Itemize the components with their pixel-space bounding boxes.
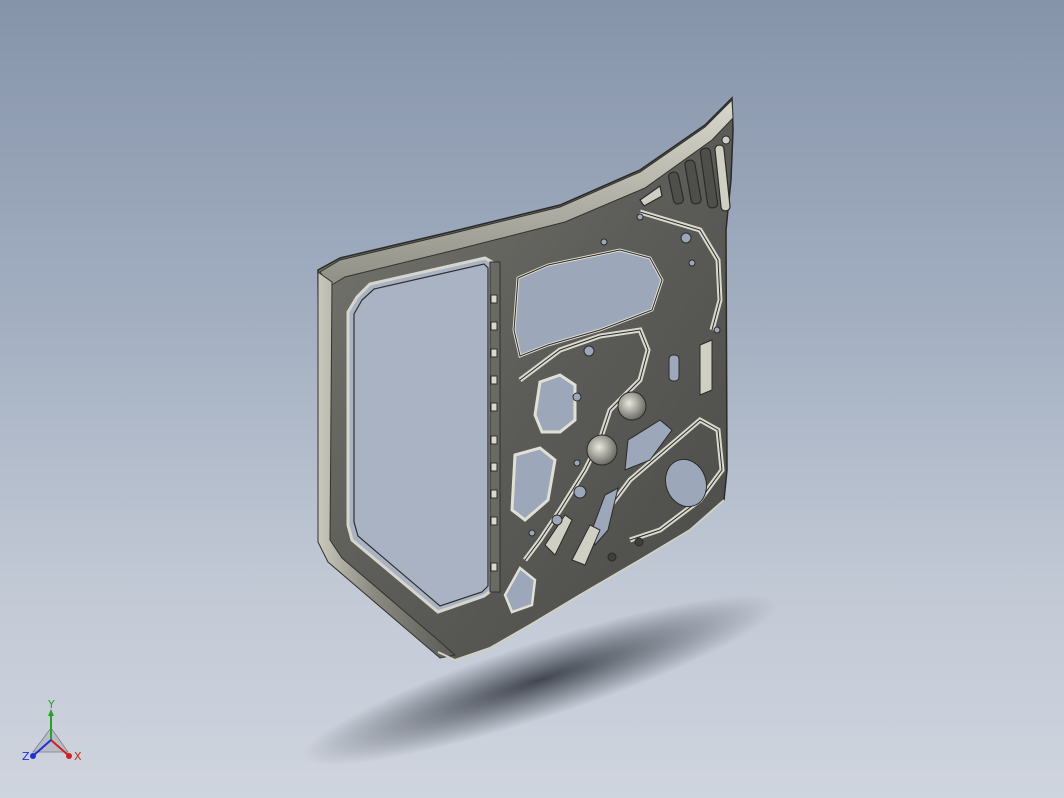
- 3d-viewport[interactable]: [0, 0, 1064, 798]
- z-arrow-icon: [30, 753, 36, 759]
- door-panel-model[interactable]: [317, 96, 734, 662]
- x-arrow-icon: [66, 753, 72, 759]
- coordinate-triad[interactable]: Y X Z: [18, 700, 88, 770]
- mid-cutout-1: [533, 373, 577, 434]
- vertical-rib: [489, 261, 501, 593]
- y-axis-label: Y: [47, 700, 55, 711]
- x-axis-label: X: [74, 750, 82, 763]
- z-axis-label: Z: [22, 750, 30, 763]
